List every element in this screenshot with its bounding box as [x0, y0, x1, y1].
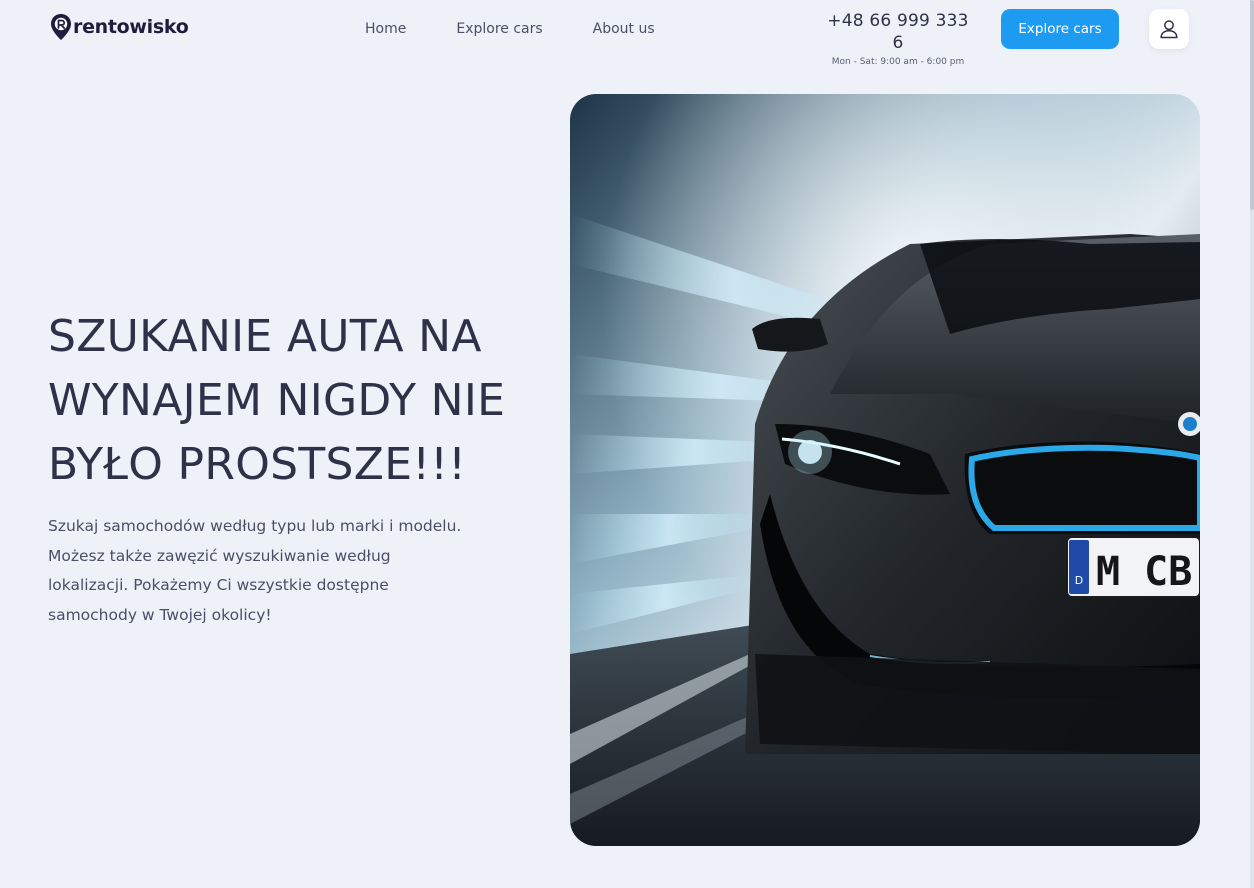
explore-cars-button[interactable]: Explore cars	[1001, 9, 1119, 49]
site-header: rentowisko Home Explore cars About us +4…	[0, 0, 1250, 67]
nav-item-home[interactable]: Home	[365, 20, 406, 38]
brand-name: rentowisko	[73, 16, 189, 38]
hero-car-image: D M CB	[570, 94, 1200, 846]
contact-block: +48 66 999 333 6 Mon - Sat: 9:00 am - 6:…	[822, 10, 974, 67]
brand-logo[interactable]: rentowisko	[50, 13, 189, 41]
hero-title-line: BYŁO PROSTSZE!!!	[48, 439, 467, 490]
opening-hours: Mon - Sat: 9:00 am - 6:00 pm	[831, 57, 965, 67]
logo-pin-icon	[51, 14, 71, 40]
scrollbar-thumb[interactable]	[1250, 0, 1254, 210]
scrollbar[interactable]	[1250, 0, 1254, 888]
hero-title: SZUKANIE AUTA NA WYNAJEM NIGDY NIE BYŁO …	[48, 305, 548, 497]
user-icon	[1160, 20, 1178, 39]
phone-number[interactable]: +48 66 999 333 6	[822, 10, 974, 54]
nav-item-about-us[interactable]: About us	[593, 20, 655, 38]
hero-description-line: lokalizacji. Pokażemy Ci wszystkie dostę…	[48, 576, 389, 594]
hero-title-line: WYNAJEM NIGDY NIE	[48, 375, 506, 426]
license-plate-country: D	[1075, 574, 1083, 587]
main-nav: Home Explore cars About us	[365, 20, 705, 38]
hero-title-line: SZUKANIE AUTA NA	[48, 311, 482, 362]
user-account-button[interactable]	[1149, 9, 1189, 49]
nav-item-explore-cars[interactable]: Explore cars	[456, 20, 542, 38]
hero-description-line: Możesz także zawęzić wyszukiwanie według	[48, 546, 391, 565]
hero-description-line: samochody w Twojej okolicy!	[48, 605, 272, 624]
license-plate-text: M CB	[1096, 549, 1192, 595]
hero-description: Szukaj samochodów według typu lub marki …	[48, 512, 468, 630]
hero-description-line: Szukaj samochodów według typu lub marki …	[48, 517, 462, 535]
